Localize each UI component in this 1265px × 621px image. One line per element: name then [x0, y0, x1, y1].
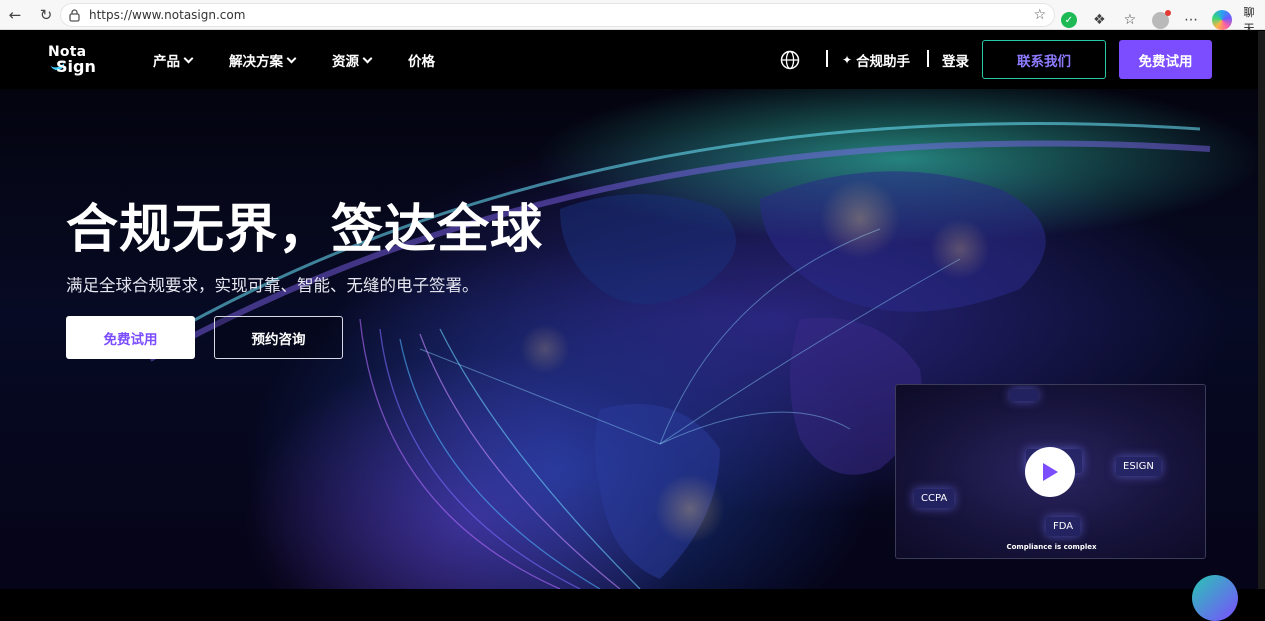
- nav-item-solutions[interactable]: 解决方案: [229, 50, 297, 70]
- logo-text-bottom: Sign: [56, 57, 96, 76]
- copilot-icon[interactable]: [1211, 9, 1233, 31]
- compliance-assistant-link[interactable]: ✦ 合规助手: [842, 50, 910, 70]
- hero-free-trial-button[interactable]: 免费试用: [66, 316, 195, 359]
- nav-item-resources[interactable]: 资源: [332, 50, 373, 70]
- sparkle-icon: ✦: [842, 53, 853, 67]
- contact-us-button[interactable]: 联系我们: [982, 40, 1106, 79]
- notasign-logo[interactable]: Nota Sign: [48, 44, 102, 76]
- chevron-down-icon: [183, 53, 194, 63]
- extension-shield-icon[interactable]: ✓: [1058, 9, 1080, 31]
- login-link[interactable]: 登录: [942, 50, 969, 70]
- reload-icon[interactable]: ↻: [35, 4, 57, 26]
- profile-avatar[interactable]: [1150, 9, 1172, 31]
- video-chip-ccpa: CCPA: [914, 489, 955, 508]
- book-consultation-button[interactable]: 预约咨询: [214, 316, 343, 359]
- back-icon[interactable]: ←: [4, 4, 26, 26]
- more-menu-icon[interactable]: ⋯: [1180, 9, 1202, 31]
- chevron-down-icon: [286, 53, 297, 63]
- browser-toolbar: ← ↻ https://www.notasign.com ☆ ✓ ❖ ☆ ⋯ 聊…: [0, 0, 1265, 35]
- page-scrollbar[interactable]: [1258, 31, 1265, 589]
- nav-divider: [927, 50, 929, 67]
- free-trial-button[interactable]: 免费试用: [1119, 40, 1212, 79]
- video-chip-fda: FDA: [1046, 517, 1081, 536]
- floating-chat-button[interactable]: [1192, 575, 1238, 621]
- favorites-icon[interactable]: ☆: [1119, 9, 1141, 31]
- url-text[interactable]: https://www.notasign.com: [89, 8, 245, 22]
- nav-item-label: 解决方案: [229, 54, 283, 70]
- lock-icon: [69, 8, 81, 22]
- nav-item-label: 资源: [332, 54, 359, 70]
- nav-divider: [826, 50, 828, 67]
- nav-item-pricing[interactable]: 价格: [408, 50, 435, 70]
- assistant-label: 合规助手: [856, 54, 911, 70]
- language-globe-icon[interactable]: [780, 50, 800, 70]
- extensions-puzzle-icon[interactable]: ❖: [1089, 9, 1111, 31]
- nav-item-products[interactable]: 产品: [153, 50, 194, 70]
- favorite-star-icon[interactable]: ☆: [1033, 7, 1046, 23]
- chevron-down-icon: [362, 53, 373, 63]
- hero-title: 合规无界，签达全球: [66, 200, 544, 260]
- nav-item-label: 产品: [153, 54, 180, 70]
- intro-video-player[interactable]: ESIGN CCPA FDA Compliance is complex: [895, 384, 1206, 559]
- play-icon[interactable]: [1025, 447, 1075, 497]
- nav-item-label: 价格: [408, 54, 435, 70]
- hero-subtitle: 满足全球合规要求，实现可靠、智能、无缝的电子签署。: [66, 276, 479, 295]
- video-chip-blank: [1010, 389, 1038, 401]
- video-caption: Compliance is complex: [1006, 543, 1097, 551]
- video-chip-esign: ESIGN: [1116, 457, 1161, 476]
- address-bar[interactable]: https://www.notasign.com ☆: [60, 3, 1055, 27]
